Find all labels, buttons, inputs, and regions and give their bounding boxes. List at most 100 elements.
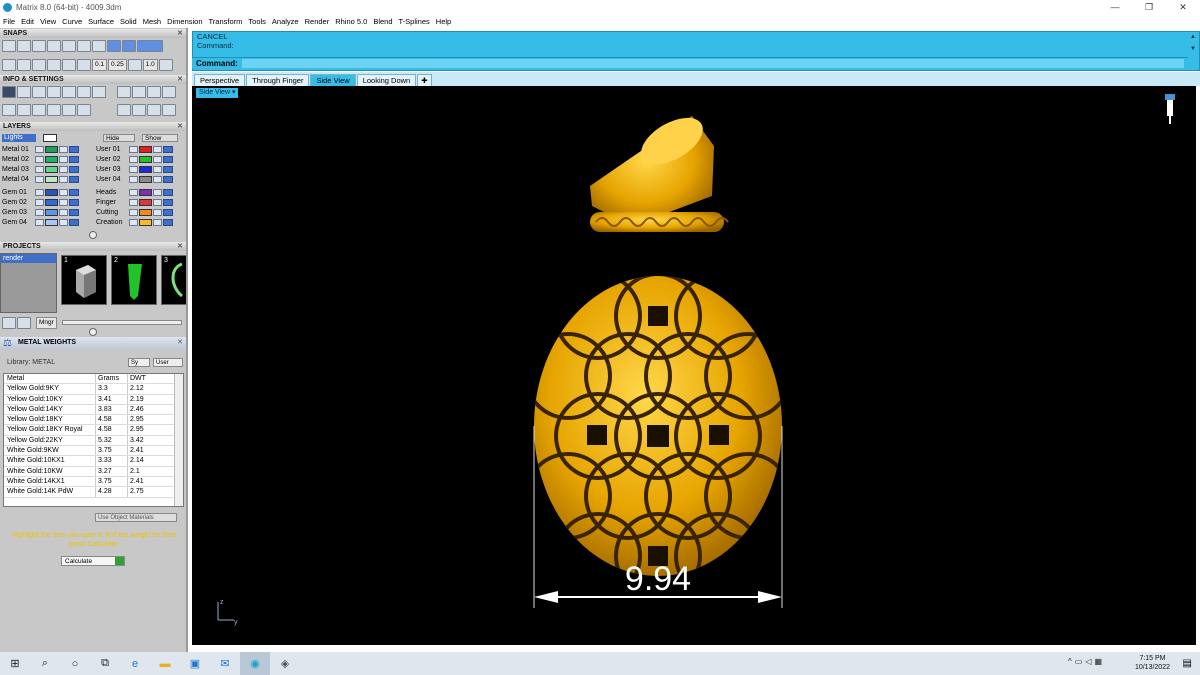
layer-options-icon[interactable] [35, 189, 44, 196]
layer-color-swatch[interactable] [45, 146, 58, 153]
link-icon[interactable] [32, 104, 46, 116]
layer-row[interactable]: Gem 04 [0, 218, 79, 227]
lock-icon[interactable] [59, 146, 68, 153]
lock-icon[interactable] [153, 209, 162, 216]
table-row[interactable]: White Gold:14KX1 3.75 2.41 [4, 476, 183, 488]
visibility-icon[interactable] [163, 146, 173, 153]
command-scroll[interactable]: ▲ ▼ [1189, 34, 1197, 68]
menu-analyze[interactable]: Analyze [272, 17, 299, 26]
pencil-icon[interactable] [77, 86, 91, 98]
close-icon[interactable]: ✕ [177, 242, 183, 251]
snap-value-01[interactable]: 0.1 [92, 59, 108, 71]
cube-icon[interactable] [162, 86, 176, 98]
table-row[interactable]: White Gold:10KW 3.27 2.1 [4, 466, 183, 477]
layer-options-icon[interactable] [129, 176, 138, 183]
menu-tsplines[interactable]: T-Splines [399, 17, 430, 26]
ring-icon[interactable] [147, 104, 161, 116]
menu-file[interactable]: File [3, 17, 15, 26]
layer-color-swatch[interactable] [45, 189, 58, 196]
project-thumb-2[interactable]: 2 [111, 255, 157, 305]
box-icon[interactable] [147, 86, 161, 98]
layer-row[interactable]: Gem 01 [0, 188, 79, 197]
project-icon[interactable] [47, 59, 61, 71]
lamp-icon[interactable] [117, 86, 131, 98]
layer-row[interactable]: Heads [94, 188, 173, 197]
visibility-icon[interactable] [163, 199, 173, 206]
layer-color-swatch[interactable] [139, 209, 152, 216]
lock-icon[interactable] [153, 219, 162, 226]
zoom-icon[interactable] [17, 86, 31, 98]
lock-icon[interactable] [59, 156, 68, 163]
table-row[interactable]: White Gold:9KW 3.75 2.41 [4, 446, 183, 457]
tab-looking-down[interactable]: Looking Down [356, 74, 417, 86]
add-project-icon[interactable] [2, 317, 16, 329]
menu-blend[interactable]: Blend [373, 17, 392, 26]
visibility-icon[interactable] [69, 146, 79, 153]
layer-color-swatch[interactable] [139, 156, 152, 163]
visibility-icon[interactable] [69, 156, 79, 163]
lock-icon[interactable] [59, 209, 68, 216]
save-icon[interactable] [47, 86, 61, 98]
menu-view[interactable]: View [40, 17, 56, 26]
menu-edit[interactable]: Edit [21, 17, 34, 26]
film-icon[interactable] [77, 104, 91, 116]
lock-icon[interactable] [153, 166, 162, 173]
close-icon[interactable]: ✕ [177, 29, 183, 38]
smarttrack-icon[interactable] [62, 59, 76, 71]
layer-color-swatch[interactable] [139, 219, 152, 226]
car-icon[interactable] [32, 86, 46, 98]
menu-render[interactable]: Render [305, 17, 330, 26]
visibility-icon[interactable] [69, 189, 79, 196]
add-tab-icon[interactable]: ✚ [417, 74, 432, 86]
snaps-header[interactable]: SNAPS ✕ [0, 29, 186, 38]
lights-swatch[interactable] [43, 134, 57, 142]
layer-options-icon[interactable] [129, 219, 138, 226]
cortana-icon[interactable]: ○ [60, 652, 90, 675]
layer-row[interactable]: User 01 [94, 145, 173, 154]
layer-options-icon[interactable] [35, 209, 44, 216]
table-row[interactable]: Yellow Gold:18KY 4.58 2.95 [4, 415, 183, 426]
layer-color-swatch[interactable] [139, 166, 152, 173]
task-view-icon[interactable]: ⧉ [90, 652, 120, 675]
user-toggle[interactable]: User [153, 358, 183, 367]
layer-options-icon[interactable] [35, 219, 44, 226]
snap-value-025[interactable]: 0.25 [108, 59, 127, 71]
visibility-icon[interactable] [163, 156, 173, 163]
show-button[interactable]: Show [142, 134, 178, 142]
search-icon[interactable]: ⌕ [30, 652, 60, 675]
lock-icon[interactable] [153, 146, 162, 153]
layer-options-icon[interactable] [129, 199, 138, 206]
layer-row[interactable]: Gem 02 [0, 198, 79, 207]
snap-ortho-icon[interactable] [137, 40, 163, 52]
menu-mesh[interactable]: Mesh [143, 17, 161, 26]
planar-icon[interactable] [32, 59, 46, 71]
snap-step-icon[interactable] [127, 59, 142, 71]
layer-row[interactable]: Metal 04 [0, 175, 79, 184]
snap-perp-icon[interactable] [92, 40, 106, 52]
layer-row[interactable]: Finger [94, 198, 173, 207]
layer-row[interactable]: User 02 [94, 155, 173, 164]
visibility-icon[interactable] [163, 209, 173, 216]
menu-dimension[interactable]: Dimension [167, 17, 202, 26]
layer-row[interactable]: Cutting [94, 208, 173, 217]
close-icon[interactable]: ✕ [177, 75, 183, 84]
layer-options-icon[interactable] [35, 156, 44, 163]
calculate-button[interactable]: Calculate [61, 556, 125, 566]
visibility-icon[interactable] [163, 189, 173, 196]
visibility-icon[interactable] [69, 219, 79, 226]
command-input[interactable] [242, 59, 1184, 68]
lock-icon[interactable] [59, 199, 68, 206]
manager-button[interactable]: Mngr [36, 317, 57, 329]
grid-icon[interactable] [2, 59, 16, 71]
tool-icon[interactable] [117, 104, 131, 116]
network-icon[interactable]: ▭ [1075, 657, 1086, 666]
layer-options-icon[interactable] [35, 199, 44, 206]
projects-header[interactable]: PROJECTS ✕ [0, 242, 186, 251]
funnel-icon[interactable] [47, 104, 61, 116]
minimize-button[interactable]: — [1098, 0, 1132, 14]
snap-quad-icon[interactable] [122, 40, 136, 52]
lock-icon[interactable] [59, 166, 68, 173]
layer-color-swatch[interactable] [45, 209, 58, 216]
layer-lights[interactable]: Lights [2, 134, 36, 142]
list-icon[interactable] [62, 86, 76, 98]
